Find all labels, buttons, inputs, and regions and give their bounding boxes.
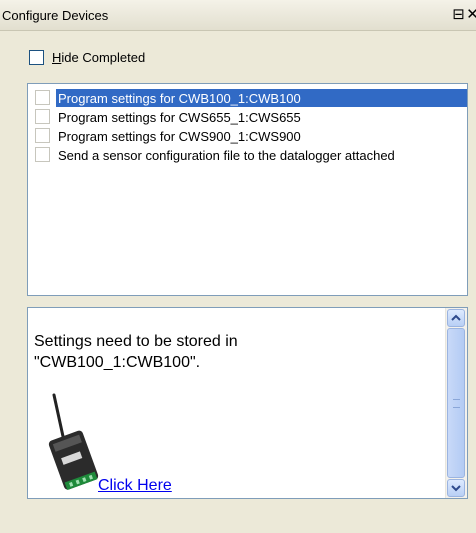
panel-titlebar: Configure Devices ⊟✕ <box>0 0 476 31</box>
task-label: Program settings for CWS655_1:CWS655 <box>58 110 301 125</box>
task-label: Program settings for CWS900_1:CWS900 <box>58 129 301 144</box>
hide-completed-text: ide Completed <box>61 50 146 65</box>
task-checkbox[interactable] <box>35 128 50 143</box>
task-item[interactable]: Program settings for CWB100_1:CWB100 <box>28 89 467 107</box>
scroll-down-button[interactable] <box>447 479 465 497</box>
info-message-line2: "CWB100_1:CWB100". <box>34 354 201 371</box>
task-label: Send a sensor configuration file to the … <box>58 148 395 163</box>
wireless-base-device-icon <box>48 393 99 491</box>
task-checkbox[interactable] <box>35 90 50 105</box>
grip-icon <box>453 399 460 408</box>
chevron-down-icon <box>451 485 461 492</box>
scroll-up-button[interactable] <box>447 309 465 327</box>
hide-completed-accesskey: H <box>52 50 62 65</box>
task-item[interactable]: Send a sensor configuration file to the … <box>28 146 467 164</box>
restore-icon[interactable]: ⊟ <box>452 5 466 23</box>
hide-completed-row[interactable]: Hide Completed <box>29 49 145 69</box>
task-list[interactable]: Program settings for CWB100_1:CWB100 Pro… <box>27 83 468 296</box>
task-checkbox[interactable] <box>35 109 50 124</box>
task-item[interactable]: Program settings for CWS655_1:CWS655 <box>28 108 467 126</box>
task-label: Program settings for CWB100_1:CWB100 <box>58 91 301 106</box>
click-here-link[interactable]: Click Here <box>98 477 172 495</box>
window-buttons: ⊟✕ <box>452 5 476 23</box>
scroll-thumb[interactable] <box>447 328 465 478</box>
info-message-line1: Settings need to be stored in <box>34 333 238 350</box>
hide-completed-checkbox[interactable] <box>29 50 44 66</box>
chevron-up-icon <box>451 314 461 321</box>
info-message: Settings need to be stored in "CWB100_1:… <box>34 331 434 373</box>
info-scrollbar[interactable] <box>445 308 467 498</box>
hide-completed-label[interactable]: Hide Completed <box>52 50 145 65</box>
task-checkbox[interactable] <box>35 147 50 162</box>
info-pane: Settings need to be stored in "CWB100_1:… <box>27 307 468 499</box>
task-item[interactable]: Program settings for CWS900_1:CWS900 <box>28 127 467 145</box>
close-icon[interactable]: ✕ <box>466 5 476 23</box>
panel-title: Configure Devices <box>2 8 109 23</box>
